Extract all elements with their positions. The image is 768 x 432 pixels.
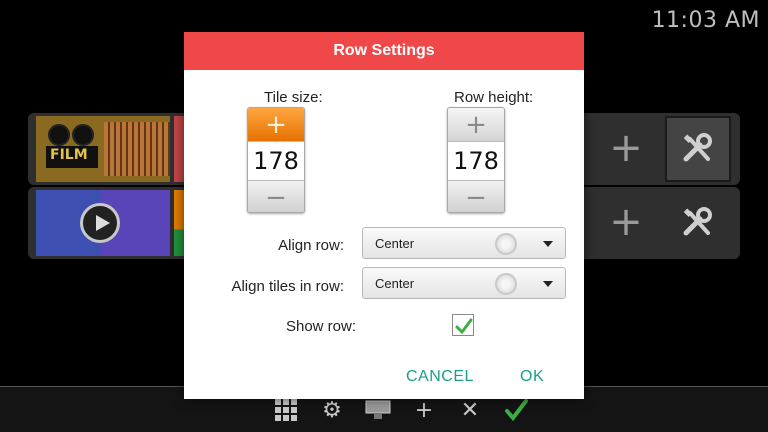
film-logo: FILM [46, 124, 104, 174]
play-icon [80, 203, 120, 243]
add-tile-icon[interactable]: + [608, 202, 644, 242]
row-settings-button[interactable] [665, 116, 731, 182]
align-tiles-select[interactable]: Center [362, 267, 566, 299]
row-height-stepper[interactable]: + 178 − [447, 107, 505, 213]
film-strip-thumbnail [104, 122, 170, 176]
chevron-down-icon [543, 281, 553, 287]
check-icon[interactable] [502, 396, 530, 424]
gear-icon[interactable]: ⚙ [318, 396, 346, 424]
tile-size-value: 178 [248, 141, 304, 181]
tools-icon [683, 133, 712, 162]
align-row-select[interactable]: Center [362, 227, 566, 259]
row-height-value: 178 [448, 141, 504, 181]
cancel-button[interactable]: CANCEL [406, 368, 474, 386]
row-settings-button[interactable] [665, 190, 731, 256]
row-height-decrease-button[interactable]: − [448, 181, 504, 212]
tools-icon [683, 207, 712, 236]
tile-add-icon[interactable] [364, 396, 392, 424]
tile-film[interactable]: FILM [36, 116, 170, 182]
show-row-label: Show row: [285, 318, 356, 335]
check-icon [455, 318, 473, 335]
row-height-label: Row height: [454, 89, 534, 106]
grid-icon[interactable] [272, 396, 300, 424]
align-tiles-label: Align tiles in row: [231, 278, 344, 295]
dialog-title: Row Settings [184, 32, 584, 70]
radio-indicator-icon [495, 273, 517, 295]
align-tiles-value: Center [375, 276, 415, 291]
align-row-value: Center [375, 236, 415, 251]
bottom-toolbar-icons: ⚙ + ✕ [272, 396, 530, 424]
row-settings-dialog: Row Settings Tile size: + 178 − Row heig… [184, 32, 584, 399]
tile-size-label: Tile size: [264, 89, 323, 106]
align-row-label: Align row: [278, 237, 344, 254]
tile-size-increase-button[interactable]: + [248, 108, 304, 141]
radio-indicator-icon [495, 233, 517, 255]
tools-icon[interactable]: ✕ [456, 396, 484, 424]
clock: 11:03 AM [651, 8, 760, 33]
tile-size-stepper[interactable]: + 178 − [247, 107, 305, 213]
add-tile-icon[interactable]: + [608, 128, 644, 168]
row-height-increase-button[interactable]: + [448, 108, 504, 141]
show-row-checkbox[interactable] [452, 314, 474, 336]
tile-size-decrease-button[interactable]: − [248, 181, 304, 212]
plus-icon[interactable]: + [410, 396, 438, 424]
chevron-down-icon [543, 241, 553, 247]
tile-video[interactable] [36, 190, 170, 256]
ok-button[interactable]: OK [520, 368, 544, 386]
